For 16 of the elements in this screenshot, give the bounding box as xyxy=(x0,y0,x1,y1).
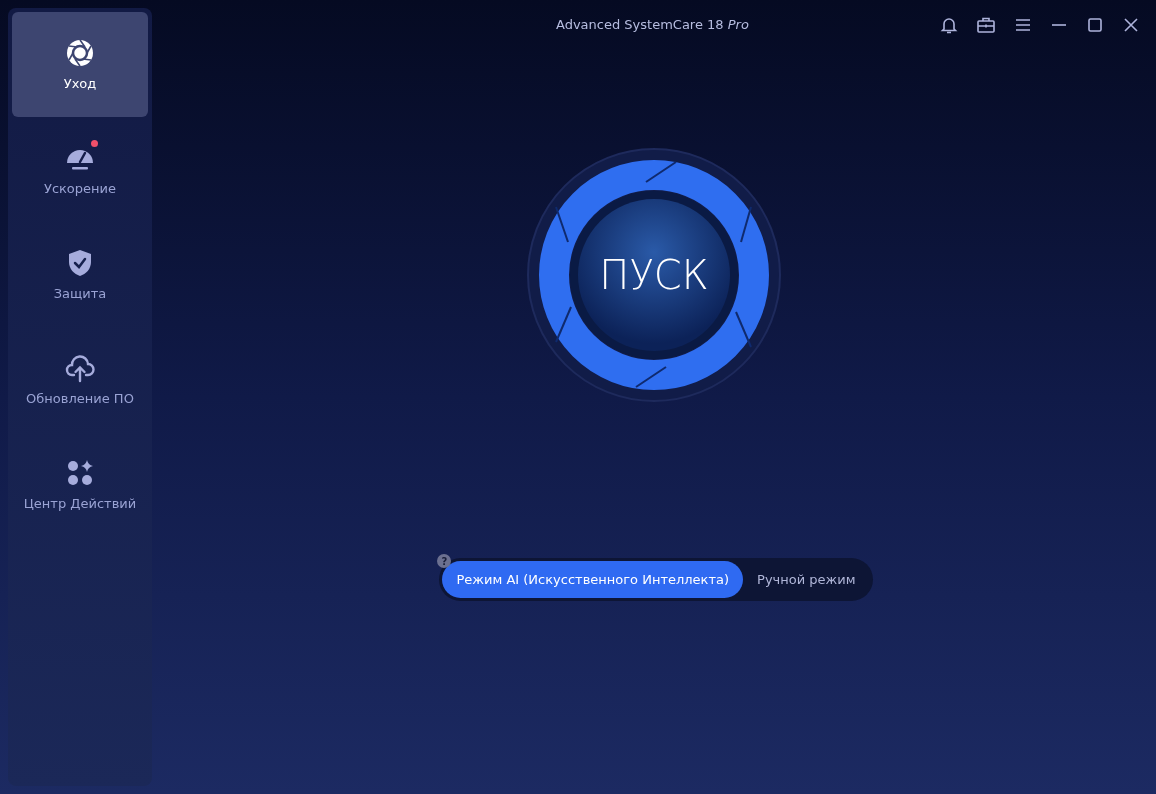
maximize-icon[interactable] xyxy=(1086,16,1104,34)
sidebar-item[interactable]: Защита xyxy=(12,222,148,327)
toolbox-icon[interactable] xyxy=(976,16,996,34)
sidebar-item[interactable]: Центр Действий xyxy=(12,432,148,537)
close-icon[interactable] xyxy=(1122,16,1140,34)
sidebar-item[interactable]: Ускорение xyxy=(12,117,148,222)
apps-sparkle-icon xyxy=(65,458,95,488)
bell-icon[interactable] xyxy=(940,16,958,34)
aperture-icon xyxy=(65,38,95,68)
cloud-upload-icon xyxy=(65,353,95,383)
sidebar-item[interactable]: Уход xyxy=(12,12,148,117)
window-title: Advanced SystemCare 18 Pro xyxy=(556,17,749,32)
sidebar-item[interactable]: Обновление ПО xyxy=(12,327,148,432)
help-icon[interactable]: ? xyxy=(437,554,452,568)
menu-icon[interactable] xyxy=(1014,16,1032,34)
mode-option[interactable]: Ручной режим xyxy=(743,561,870,598)
